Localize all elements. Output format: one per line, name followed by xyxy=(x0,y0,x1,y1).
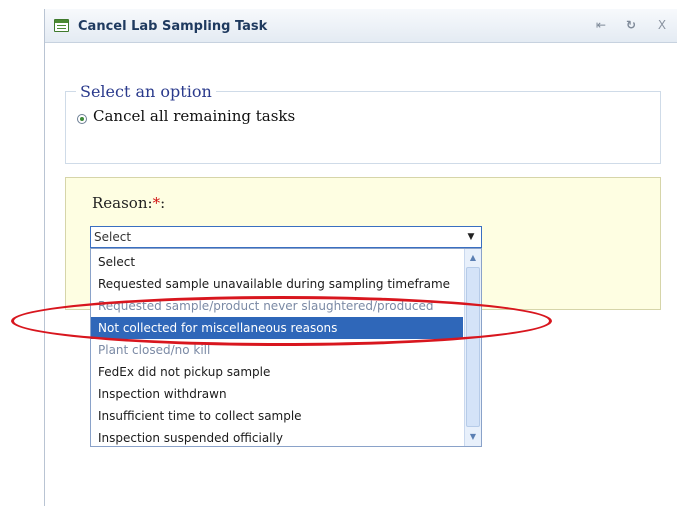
cancel-all-radio[interactable] xyxy=(77,114,87,124)
dropdown-option[interactable]: Select xyxy=(91,251,463,273)
reason-dropdown-list[interactable]: Select Requested sample unavailable duri… xyxy=(90,248,482,447)
scroll-thumb[interactable] xyxy=(466,267,480,427)
dropdown-option-highlighted[interactable]: Not collected for miscellaneous reasons xyxy=(91,317,463,339)
cancel-lab-sampling-dialog: Cancel Lab Sampling Task ⇤ ↻ X Select an… xyxy=(44,9,677,506)
dropdown-scrollbar[interactable]: ▲ ▼ xyxy=(464,249,481,446)
reason-select[interactable]: Select ▼ xyxy=(90,226,482,248)
pin-icon[interactable]: ⇤ xyxy=(593,17,609,33)
reason-label-suffix: : xyxy=(160,194,166,212)
dropdown-option[interactable]: Requested sample unavailable during samp… xyxy=(91,273,463,295)
chevron-down-icon[interactable]: ▼ xyxy=(463,229,479,245)
dropdown-option[interactable]: Requested sample/product never slaughter… xyxy=(91,295,463,317)
reason-select-value: Select xyxy=(94,230,132,244)
option-group: Select an option Cancel all remaining ta… xyxy=(65,82,661,164)
dropdown-option[interactable]: Inspection withdrawn xyxy=(91,383,463,405)
form-icon xyxy=(54,19,69,32)
dropdown-option[interactable]: Insufficient time to collect sample xyxy=(91,405,463,427)
title-bar: Cancel Lab Sampling Task ⇤ ↻ X xyxy=(45,9,677,43)
cancel-all-label[interactable]: Cancel all remaining tasks xyxy=(93,107,295,125)
refresh-icon[interactable]: ↻ xyxy=(623,17,639,33)
option-group-legend: Select an option xyxy=(76,82,216,101)
reason-label-text: Reason: xyxy=(92,194,153,212)
dropdown-option[interactable]: FedEx did not pickup sample xyxy=(91,361,463,383)
scroll-up-icon[interactable]: ▲ xyxy=(465,250,481,266)
dropdown-option[interactable]: Inspection suspended officially xyxy=(91,427,463,449)
reason-label: Reason:*: xyxy=(92,194,165,212)
close-icon[interactable]: X xyxy=(654,17,670,33)
dropdown-option[interactable]: Plant closed/no kill xyxy=(91,339,463,361)
dialog-title: Cancel Lab Sampling Task xyxy=(78,19,268,34)
required-marker: * xyxy=(152,194,161,212)
scroll-down-icon[interactable]: ▼ xyxy=(465,429,481,445)
